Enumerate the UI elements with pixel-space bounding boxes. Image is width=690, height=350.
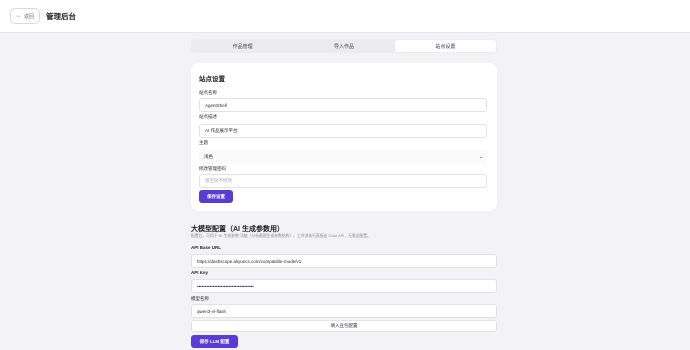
password-input[interactable]: 留空则不修改 (199, 174, 487, 188)
site-settings-card: 站点设置 站点名称 AgentShell 站点描述 AI 作品展示平台 主题 浅… (191, 63, 497, 211)
theme-select-value: 浅色 (204, 154, 213, 159)
save-settings-button[interactable]: 保存设置 (199, 190, 233, 203)
fill-doubao-config-button[interactable]: 填入豆包配置 (191, 320, 497, 332)
tab-site-settings[interactable]: 站点设置 (394, 40, 496, 52)
theme-select[interactable]: 浅色 ⌄ (199, 150, 487, 164)
llm-config-description: 配置后，可用于"AI 生成参数"功能（分析截图生成参数结构）。工作流执行直接走 … (191, 234, 371, 238)
site-name-label: 站点名称 (199, 90, 217, 95)
api-base-url-input[interactable]: https://dashscope.aliyuncs.com/compatibl… (191, 254, 497, 268)
site-description-input[interactable]: AI 作品展示平台 (199, 124, 487, 138)
save-llm-config-button[interactable]: 保存 LLM 配置 (191, 335, 238, 348)
back-button[interactable]: ← 返回 (10, 8, 40, 24)
site-name-input[interactable]: AgentShell (199, 98, 487, 112)
settings-tabs: 作品管理 导入作品 站点设置 (191, 39, 497, 53)
tab-import-works[interactable]: 导入作品 (293, 40, 394, 52)
api-base-url-label: API Base URL (191, 245, 222, 250)
api-key-label: API Key (191, 270, 209, 275)
top-bar: ← 返回 管理后台 (0, 0, 690, 33)
theme-label: 主题 (199, 140, 208, 145)
chevron-down-icon: ⌄ (478, 154, 483, 160)
api-key-input[interactable]: •••••••••••••••••••••••••••••••••••• (191, 279, 497, 293)
back-button-label: 返回 (23, 13, 34, 20)
page-title: 管理后台 (46, 12, 76, 21)
tab-works-management[interactable]: 作品管理 (192, 40, 293, 52)
site-settings-title: 站点设置 (199, 76, 225, 83)
model-name-input[interactable]: qwen3-vl-flash (191, 304, 497, 318)
llm-config-title: 大模型配置（AI 生成参数用） (191, 226, 284, 233)
arrow-left-icon: ← (15, 13, 22, 19)
password-label: 修改管理密码 (199, 166, 226, 171)
site-description-label: 站点描述 (199, 114, 217, 119)
model-name-label: 模型名称 (191, 296, 209, 301)
